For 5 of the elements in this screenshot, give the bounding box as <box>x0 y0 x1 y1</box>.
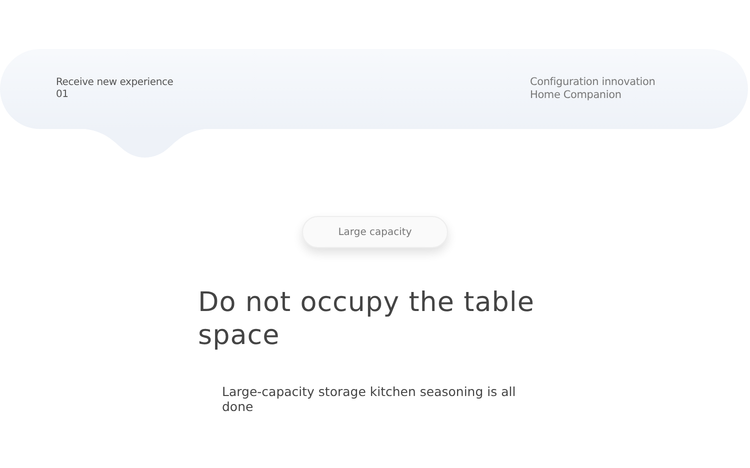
description: Large-capacity storage kitchen seasoning is all done <box>222 384 517 414</box>
heading: Do not occupy the table space <box>198 286 536 352</box>
capacity-button[interactable]: Large capacity <box>302 216 448 248</box>
tab[interactable]: Configuration innovation Home Companion <box>530 76 656 102</box>
tab[interactable]: Receive new experience 01 <box>56 77 174 101</box>
